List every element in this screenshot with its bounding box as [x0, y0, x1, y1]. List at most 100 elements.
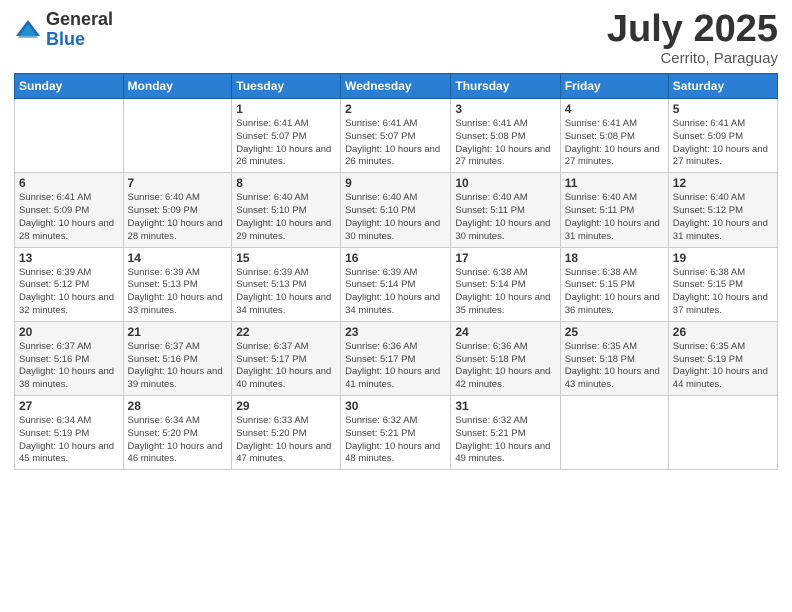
day-info: Sunrise: 6:41 AM Sunset: 5:07 PM Dayligh… [236, 118, 336, 169]
title-block: July 2025 Cerrito, Paraguay [607, 10, 778, 67]
day-number: 10 [455, 176, 555, 190]
page: General Blue July 2025 Cerrito, Paraguay… [0, 0, 792, 612]
calendar-cell: 2 Sunrise: 6:41 AM Sunset: 5:07 PM Daylig… [341, 99, 451, 173]
day-number: 24 [455, 325, 555, 339]
day-info: Sunrise: 6:37 AM Sunset: 5:16 PM Dayligh… [128, 341, 228, 392]
day-info: Sunrise: 6:40 AM Sunset: 5:12 PM Dayligh… [673, 192, 773, 243]
day-info: Sunrise: 6:38 AM Sunset: 5:15 PM Dayligh… [565, 267, 664, 318]
day-number: 14 [128, 251, 228, 265]
calendar-cell: 23 Sunrise: 6:36 AM Sunset: 5:17 PM Dayli… [341, 321, 451, 395]
day-info: Sunrise: 6:40 AM Sunset: 5:10 PM Dayligh… [345, 192, 446, 243]
calendar-week-row: 1 Sunrise: 6:41 AM Sunset: 5:07 PM Daylig… [15, 99, 778, 173]
day-info: Sunrise: 6:41 AM Sunset: 5:08 PM Dayligh… [565, 118, 664, 169]
day-number: 2 [345, 102, 446, 116]
day-info: Sunrise: 6:32 AM Sunset: 5:21 PM Dayligh… [455, 415, 555, 466]
day-info: Sunrise: 6:40 AM Sunset: 5:10 PM Dayligh… [236, 192, 336, 243]
calendar-cell: 6Sunrise: 6:41 AM Sunset: 5:09 PM Daylig… [15, 173, 124, 247]
calendar-cell: 8 Sunrise: 6:40 AM Sunset: 5:10 PM Daylig… [232, 173, 341, 247]
day-number: 28 [128, 399, 228, 413]
weekday-header-thursday: Thursday [451, 74, 560, 99]
calendar-cell: 16Sunrise: 6:39 AM Sunset: 5:14 PM Dayli… [341, 247, 451, 321]
title-month-year: July 2025 [607, 10, 778, 48]
calendar-cell: 13 Sunrise: 6:39 AM Sunset: 5:12 PM Dayli… [15, 247, 124, 321]
day-number: 29 [236, 399, 336, 413]
day-info: Sunrise: 6:40 AM Sunset: 5:11 PM Dayligh… [565, 192, 664, 243]
day-number: 1 [236, 102, 336, 116]
calendar-cell: 31 Sunrise: 6:32 AM Sunset: 5:21 PM Dayli… [451, 396, 560, 470]
day-info: Sunrise: 6:35 AM Sunset: 5:19 PM Dayligh… [673, 341, 773, 392]
calendar-cell: 9 Sunrise: 6:40 AM Sunset: 5:10 PM Daylig… [341, 173, 451, 247]
day-info: Sunrise: 6:34 AM Sunset: 5:20 PM Dayligh… [128, 415, 228, 466]
day-number: 19 [673, 251, 773, 265]
day-info: Sunrise: 6:40 AM Sunset: 5:11 PM Dayligh… [455, 192, 555, 243]
calendar-cell: 14 Sunrise: 6:39 AM Sunset: 5:13 PM Dayli… [123, 247, 232, 321]
day-info: Sunrise: 6:41 AM Sunset: 5:09 PM Dayligh… [19, 192, 119, 243]
day-info: Sunrise: 6:39 AM Sunset: 5:14 PM Dayligh… [345, 267, 446, 318]
weekday-header-monday: Monday [123, 74, 232, 99]
day-info: Sunrise: 6:38 AM Sunset: 5:14 PM Dayligh… [455, 267, 555, 318]
weekday-header-row: SundayMondayTuesdayWednesdayThursdayFrid… [15, 74, 778, 99]
day-number: 15 [236, 251, 336, 265]
weekday-header-friday: Friday [560, 74, 668, 99]
day-number: 8 [236, 176, 336, 190]
calendar-cell [123, 99, 232, 173]
logo: General Blue [14, 10, 113, 50]
calendar-week-row: 20 Sunrise: 6:37 AM Sunset: 5:16 PM Dayli… [15, 321, 778, 395]
title-location: Cerrito, Paraguay [607, 50, 778, 67]
weekday-header-saturday: Saturday [668, 74, 777, 99]
day-number: 18 [565, 251, 664, 265]
calendar-cell: 30 Sunrise: 6:32 AM Sunset: 5:21 PM Dayli… [341, 396, 451, 470]
calendar-cell: 15Sunrise: 6:39 AM Sunset: 5:13 PM Dayli… [232, 247, 341, 321]
calendar-cell [15, 99, 124, 173]
calendar-cell: 17 Sunrise: 6:38 AM Sunset: 5:14 PM Dayli… [451, 247, 560, 321]
day-number: 21 [128, 325, 228, 339]
day-number: 30 [345, 399, 446, 413]
day-info: Sunrise: 6:36 AM Sunset: 5:18 PM Dayligh… [455, 341, 555, 392]
logo-icon [14, 16, 42, 44]
day-number: 12 [673, 176, 773, 190]
day-info: Sunrise: 6:39 AM Sunset: 5:12 PM Dayligh… [19, 267, 119, 318]
logo-blue: Blue [46, 30, 113, 50]
day-number: 5 [673, 102, 773, 116]
day-info: Sunrise: 6:32 AM Sunset: 5:21 PM Dayligh… [345, 415, 446, 466]
day-info: Sunrise: 6:38 AM Sunset: 5:15 PM Dayligh… [673, 267, 773, 318]
calendar-cell: 1 Sunrise: 6:41 AM Sunset: 5:07 PM Daylig… [232, 99, 341, 173]
weekday-header-tuesday: Tuesday [232, 74, 341, 99]
day-number: 27 [19, 399, 119, 413]
calendar-week-row: 27Sunrise: 6:34 AM Sunset: 5:19 PM Dayli… [15, 396, 778, 470]
calendar-cell: 3Sunrise: 6:41 AM Sunset: 5:08 PM Daylig… [451, 99, 560, 173]
day-info: Sunrise: 6:41 AM Sunset: 5:09 PM Dayligh… [673, 118, 773, 169]
calendar-cell: 22Sunrise: 6:37 AM Sunset: 5:17 PM Dayli… [232, 321, 341, 395]
calendar-cell: 12 Sunrise: 6:40 AM Sunset: 5:12 PM Dayli… [668, 173, 777, 247]
calendar-cell: 24 Sunrise: 6:36 AM Sunset: 5:18 PM Dayli… [451, 321, 560, 395]
calendar-week-row: 6Sunrise: 6:41 AM Sunset: 5:09 PM Daylig… [15, 173, 778, 247]
calendar-cell: 29Sunrise: 6:33 AM Sunset: 5:20 PM Dayli… [232, 396, 341, 470]
day-number: 11 [565, 176, 664, 190]
day-number: 23 [345, 325, 446, 339]
day-number: 20 [19, 325, 119, 339]
day-number: 3 [455, 102, 555, 116]
day-number: 31 [455, 399, 555, 413]
day-number: 25 [565, 325, 664, 339]
calendar-cell: 5 Sunrise: 6:41 AM Sunset: 5:09 PM Daylig… [668, 99, 777, 173]
calendar-cell: 7 Sunrise: 6:40 AM Sunset: 5:09 PM Daylig… [123, 173, 232, 247]
logo-text: General Blue [46, 10, 113, 50]
day-number: 9 [345, 176, 446, 190]
calendar-cell: 4Sunrise: 6:41 AM Sunset: 5:08 PM Daylig… [560, 99, 668, 173]
day-number: 17 [455, 251, 555, 265]
calendar-cell: 11 Sunrise: 6:40 AM Sunset: 5:11 PM Dayli… [560, 173, 668, 247]
calendar-cell: 19 Sunrise: 6:38 AM Sunset: 5:15 PM Dayli… [668, 247, 777, 321]
day-number: 22 [236, 325, 336, 339]
day-number: 7 [128, 176, 228, 190]
day-info: Sunrise: 6:39 AM Sunset: 5:13 PM Dayligh… [128, 267, 228, 318]
day-info: Sunrise: 6:35 AM Sunset: 5:18 PM Dayligh… [565, 341, 664, 392]
calendar-cell [668, 396, 777, 470]
day-number: 13 [19, 251, 119, 265]
day-info: Sunrise: 6:40 AM Sunset: 5:09 PM Dayligh… [128, 192, 228, 243]
day-info: Sunrise: 6:36 AM Sunset: 5:17 PM Dayligh… [345, 341, 446, 392]
day-number: 26 [673, 325, 773, 339]
logo-general: General [46, 10, 113, 30]
day-info: Sunrise: 6:41 AM Sunset: 5:07 PM Dayligh… [345, 118, 446, 169]
calendar-cell: 28 Sunrise: 6:34 AM Sunset: 5:20 PM Dayli… [123, 396, 232, 470]
weekday-header-wednesday: Wednesday [341, 74, 451, 99]
